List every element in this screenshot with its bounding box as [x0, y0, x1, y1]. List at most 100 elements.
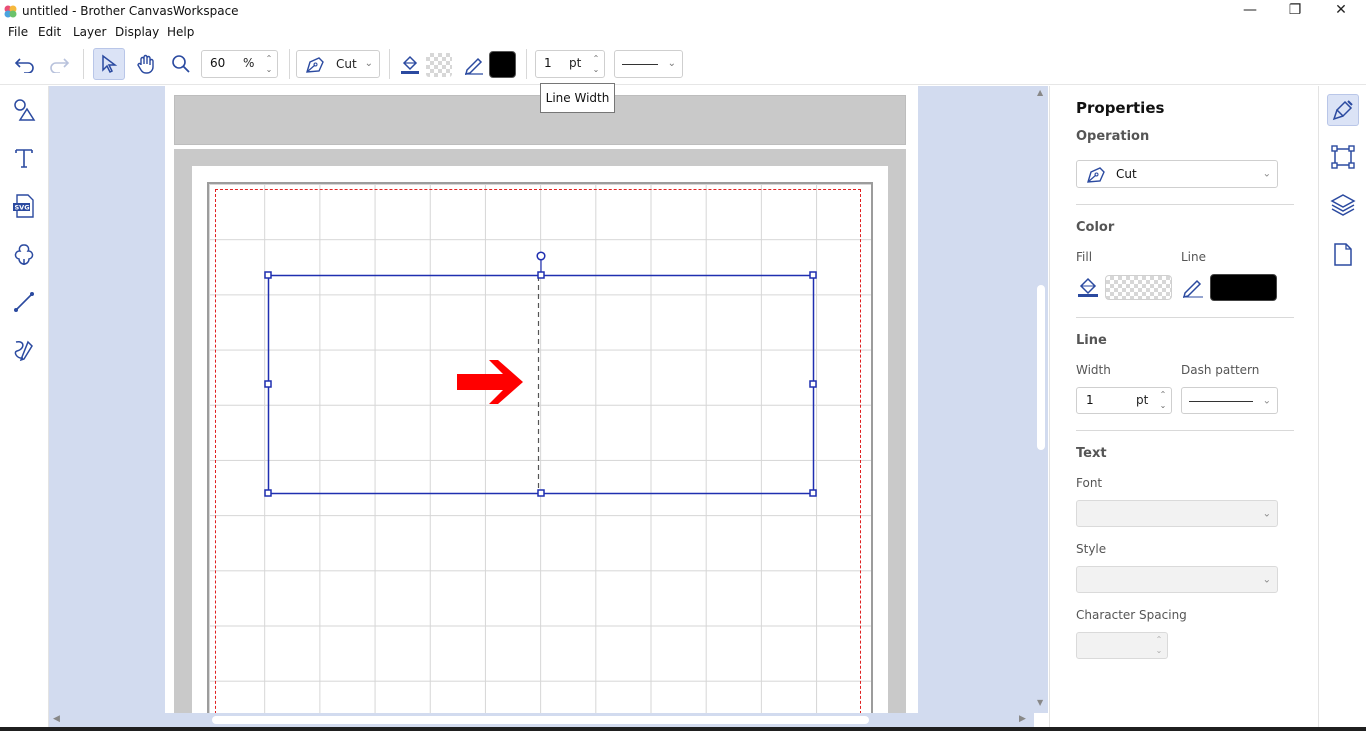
- shapes-icon[interactable]: [10, 96, 38, 124]
- line-width-spin-arrows[interactable]: ⌃ ⌄: [590, 53, 602, 75]
- redo-icon[interactable]: [45, 51, 73, 77]
- page-icon[interactable]: [1330, 242, 1356, 268]
- chevron-down-icon: ⌄: [1262, 574, 1271, 585]
- font-label: Font: [1076, 476, 1103, 490]
- undo-icon[interactable]: [11, 51, 39, 77]
- line-width-unit: pt: [569, 56, 582, 70]
- fill-color-swatch[interactable]: [1105, 275, 1172, 300]
- menu-bar: File Edit Layer Display Help: [0, 23, 1366, 43]
- character-spacing-field[interactable]: ⌃ ⌄: [1076, 632, 1168, 659]
- pan-hand-icon[interactable]: [132, 51, 160, 77]
- toolbar-separator: [389, 49, 390, 79]
- horizontal-scroll-thumb[interactable]: [212, 716, 869, 724]
- font-select[interactable]: ⌄: [1076, 500, 1278, 527]
- fill-bucket-icon[interactable]: [396, 51, 424, 77]
- solid-line-preview: [622, 64, 658, 65]
- line-color-swatch[interactable]: [1210, 274, 1277, 301]
- line-pencil-icon[interactable]: [460, 51, 488, 77]
- character-spacing-label: Character Spacing: [1076, 608, 1187, 622]
- cut-pen-icon: [1087, 167, 1105, 183]
- restore-button[interactable]: ❐: [1272, 0, 1318, 23]
- zoom-spin-arrows[interactable]: ⌃ ⌄: [263, 53, 275, 75]
- shape-library-icon[interactable]: [10, 240, 38, 268]
- width-label: Width: [1076, 363, 1111, 377]
- line-width-field-unit: pt: [1136, 393, 1149, 407]
- minimize-button[interactable]: —: [1227, 0, 1273, 23]
- vertical-scrollbar[interactable]: ▲ ▼: [1034, 86, 1048, 713]
- toolbar-separator: [83, 49, 84, 79]
- line-width-stepper[interactable]: 1 pt ⌃ ⌄: [535, 50, 605, 78]
- section-divider: [1076, 430, 1294, 431]
- scroll-left-arrow-icon[interactable]: ◀: [53, 714, 60, 724]
- menu-display[interactable]: Display: [115, 25, 159, 39]
- toolbar-separator: [289, 49, 290, 79]
- select-tool-icon[interactable]: [93, 48, 125, 80]
- chevron-down-icon: ⌄: [1262, 395, 1271, 406]
- line-draw-icon[interactable]: [10, 288, 38, 316]
- line-section-label: Line: [1076, 333, 1107, 348]
- scroll-right-arrow-icon[interactable]: ▶: [1019, 714, 1026, 724]
- scroll-up-arrow-icon[interactable]: ▲: [1037, 88, 1043, 97]
- cut-pen-icon: [306, 57, 324, 73]
- menu-file[interactable]: File: [8, 25, 28, 39]
- taskbar-edge: [0, 727, 1366, 731]
- right-panel-rail: [1318, 86, 1366, 731]
- line-width-spin-arrows[interactable]: ⌃ ⌄: [1157, 389, 1169, 412]
- red-arrow-icon: [457, 360, 523, 404]
- chevron-down-icon: ⌄: [667, 58, 676, 69]
- line-width-field[interactable]: 1 pt ⌃ ⌄: [1076, 387, 1172, 414]
- section-divider: [1076, 204, 1294, 205]
- spacing-spin-arrows[interactable]: ⌃ ⌄: [1153, 634, 1165, 657]
- zoom-unit: %: [243, 56, 255, 70]
- fill-bucket-icon[interactable]: [1076, 275, 1100, 299]
- chevron-down-icon: ⌄: [1262, 168, 1271, 180]
- properties-brush-icon[interactable]: [1327, 94, 1359, 126]
- horizontal-scrollbar[interactable]: ◀ ▶: [49, 713, 1034, 727]
- style-select[interactable]: ⌄: [1076, 566, 1278, 593]
- fill-label: Fill: [1076, 250, 1093, 264]
- menu-layer[interactable]: Layer: [73, 25, 106, 39]
- svg-import-icon[interactable]: SVG: [10, 192, 38, 220]
- operation-section-label: Operation: [1076, 129, 1150, 144]
- operation-select[interactable]: Cut ⌄: [1076, 160, 1278, 188]
- line-width-value: 1: [544, 56, 552, 70]
- line-color-swatch[interactable]: [489, 51, 516, 78]
- zoom-magnifier-icon[interactable]: [167, 51, 195, 77]
- style-label: Style: [1076, 542, 1107, 556]
- text-icon[interactable]: [10, 144, 38, 172]
- zoom-stepper[interactable]: 60 % ⌃ ⌄: [201, 50, 278, 78]
- operation-label: Cut: [336, 57, 357, 71]
- app-logo-icon: [4, 5, 17, 18]
- menu-help[interactable]: Help: [167, 25, 194, 39]
- layers-icon[interactable]: [1330, 192, 1356, 218]
- section-divider: [1076, 317, 1294, 318]
- window-title: untitled - Brother CanvasWorkspace: [22, 4, 239, 18]
- chevron-down-icon: ⌄: [364, 58, 373, 69]
- dash-pattern-label: Dash pattern: [1181, 363, 1260, 377]
- toolbar-separator: [526, 49, 527, 79]
- scroll-down-arrow-icon[interactable]: ▼: [1037, 698, 1043, 707]
- toolbar: 60 % ⌃ ⌄ Cut ⌄ 1 pt ⌃ ⌄ ⌄: [0, 43, 1366, 85]
- operation-dropdown[interactable]: Cut ⌄: [296, 50, 380, 78]
- vertical-scroll-thumb[interactable]: [1037, 285, 1045, 450]
- design-canvas[interactable]: [49, 86, 1034, 713]
- chevron-down-icon: ⌄: [1262, 508, 1271, 519]
- title-bar: untitled - Brother CanvasWorkspace — ❐ ✕: [0, 0, 1366, 23]
- solid-line-preview: [1189, 401, 1253, 402]
- fill-color-swatch[interactable]: [426, 53, 452, 77]
- close-button[interactable]: ✕: [1318, 0, 1364, 23]
- operation-select-value: Cut: [1116, 167, 1137, 181]
- line-color-label: Line: [1181, 250, 1207, 264]
- dash-pattern-dropdown[interactable]: ⌄: [614, 50, 683, 78]
- menu-edit[interactable]: Edit: [38, 25, 61, 39]
- freehand-icon[interactable]: [10, 336, 38, 364]
- line-width-tooltip: Line Width: [540, 83, 615, 113]
- transform-icon[interactable]: [1330, 144, 1356, 170]
- dash-pattern-select[interactable]: ⌄: [1181, 387, 1278, 414]
- line-pencil-icon[interactable]: [1181, 275, 1205, 299]
- selection-overlay: [264, 251, 817, 497]
- text-section-label: Text: [1076, 446, 1107, 461]
- color-section-label: Color: [1076, 220, 1115, 235]
- line-width-field-value: 1: [1086, 393, 1094, 407]
- properties-title: Properties: [1076, 99, 1165, 117]
